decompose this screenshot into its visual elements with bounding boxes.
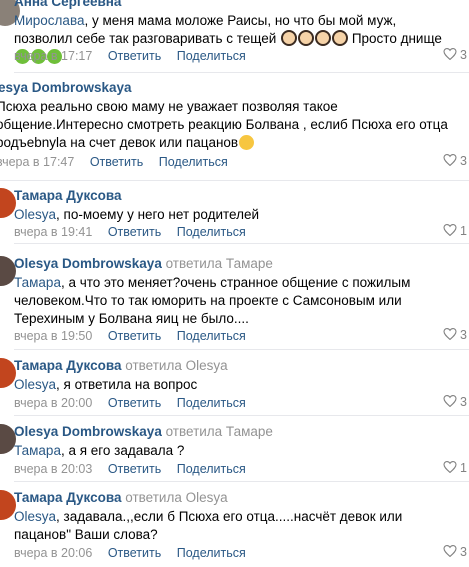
like-count: 3 — [460, 328, 467, 342]
comment: Тамара Дуксова Olesya, по-моему у него н… — [0, 182, 469, 244]
woman-emoji-icon — [315, 30, 332, 46]
comment-meta: вчера в 20:06 Ответить Поделиться — [14, 546, 246, 560]
comment-author[interactable]: Тамара Дуксова ответила Olesya — [14, 358, 228, 373]
comment-time[interactable]: вчера в 20:00 — [14, 396, 92, 410]
mention-link[interactable]: Olesya — [14, 509, 56, 524]
like-count: 3 — [460, 545, 467, 559]
comment: Olesya Dombrowskaya ответила Тамаре Тама… — [0, 250, 469, 350]
comment-author[interactable]: esya Dombrowskaya — [0, 80, 132, 95]
like-button[interactable]: 3 — [443, 545, 467, 559]
reply-button[interactable]: Ответить — [108, 329, 161, 343]
share-button[interactable]: Поделиться — [177, 49, 246, 63]
comment-time[interactable]: вчера в 17:47 — [0, 155, 74, 169]
reply-to-label[interactable]: ответила Olesya — [125, 358, 227, 373]
mention-link[interactable]: Olesya — [14, 207, 56, 222]
like-button[interactable]: 1 — [443, 461, 467, 475]
reply-button[interactable]: Ответить — [108, 462, 161, 476]
share-button[interactable]: Поделиться — [177, 225, 246, 239]
woman-emoji-icon — [332, 30, 349, 46]
divider — [0, 180, 469, 181]
reply-button[interactable]: Ответить — [108, 225, 161, 239]
comment-meta: вчера в 17:47 Ответить Поделиться — [0, 155, 228, 169]
comment-time[interactable]: вчера в 17:17 — [14, 49, 92, 63]
comment: esya Dombrowskaya Псюха реально свою мам… — [0, 74, 469, 181]
comment-time[interactable]: вчера в 20:06 — [14, 546, 92, 560]
comment-author[interactable]: Тамара Дуксова — [14, 188, 122, 203]
share-button[interactable]: Поделиться — [177, 329, 246, 343]
comment-text: Olesya, я ответила на вопрос — [14, 377, 198, 392]
divider — [14, 243, 469, 244]
reply-to-label[interactable]: ответила Тамаре — [166, 424, 273, 439]
comment-time[interactable]: вчера в 19:41 — [14, 225, 92, 239]
comment-meta: вчера в 20:03 Ответить Поделиться — [14, 462, 246, 476]
like-count: 3 — [460, 154, 467, 168]
comment-meta: вчера в 20:00 Ответить Поделиться — [14, 396, 246, 410]
eye-roll-emoji-icon — [239, 135, 255, 150]
reply-button[interactable]: Ответить — [90, 155, 143, 169]
comment-author[interactable]: Анна Сергеевна — [14, 0, 121, 9]
divider — [14, 481, 469, 482]
divider — [14, 72, 469, 73]
like-button[interactable]: 3 — [443, 48, 467, 62]
like-count: 1 — [460, 224, 467, 238]
comment-author[interactable]: Olesya Dombrowskaya ответила Тамаре — [14, 424, 273, 439]
share-button[interactable]: Поделиться — [177, 546, 246, 560]
mention-link[interactable]: Мирослава — [14, 13, 84, 28]
mention-link[interactable]: Olesya — [14, 377, 56, 392]
like-button[interactable]: 3 — [443, 395, 467, 409]
heart-icon — [443, 48, 457, 60]
share-button[interactable]: Поделиться — [159, 155, 228, 169]
heart-icon — [443, 545, 457, 557]
like-count: 3 — [460, 48, 467, 62]
comment: Тамара Дуксова ответила Olesya Olesya, з… — [0, 484, 469, 567]
comment-time[interactable]: вчера в 20:03 — [14, 462, 92, 476]
comment-author[interactable]: Olesya Dombrowskaya ответила Тамаре — [14, 256, 273, 271]
comment-author[interactable]: Тамара Дуксова ответила Olesya — [14, 490, 228, 505]
comment-time[interactable]: вчера в 19:50 — [14, 329, 92, 343]
comment-text: Olesya, задавала.,,если б Псюха его отца… — [14, 509, 403, 542]
comment-text: Тамара, а я его задавала ? — [14, 443, 185, 458]
divider — [14, 349, 469, 350]
share-button[interactable]: Поделиться — [177, 396, 246, 410]
comment-meta: вчера в 19:50 Ответить Поделиться — [14, 329, 246, 343]
comment-text: Псюха реально свою маму не уважает позво… — [0, 99, 448, 150]
like-button[interactable]: 1 — [443, 224, 467, 238]
comment: Olesya Dombrowskaya ответила Тамаре Тама… — [0, 418, 469, 482]
comment-meta: вчера в 19:41 Ответить Поделиться — [14, 225, 246, 239]
mention-link[interactable]: Тамара — [14, 275, 61, 290]
comment: Анна Сергеевна Мирослава, у меня мама мо… — [0, 0, 469, 73]
like-count: 3 — [460, 395, 467, 409]
reply-button[interactable]: Ответить — [108, 49, 161, 63]
heart-icon — [443, 395, 457, 407]
woman-emoji-icon — [281, 30, 298, 46]
comment: Тамара Дуксова ответила Olesya Olesya, я… — [0, 352, 469, 416]
heart-icon — [443, 328, 457, 340]
mention-link[interactable]: Тамара — [14, 443, 61, 458]
like-button[interactable]: 3 — [443, 154, 467, 168]
comment-text: Olesya, по-моему у него нет родителей — [14, 207, 260, 222]
reply-to-label[interactable]: ответила Тамаре — [166, 256, 273, 271]
comment-meta: вчера в 17:17 Ответить Поделиться — [14, 49, 246, 63]
share-button[interactable]: Поделиться — [177, 462, 246, 476]
divider — [14, 415, 469, 416]
reply-button[interactable]: Ответить — [108, 396, 161, 410]
heart-icon — [443, 224, 457, 236]
reply-button[interactable]: Ответить — [108, 546, 161, 560]
heart-icon — [443, 461, 457, 473]
reply-to-label[interactable]: ответила Olesya — [125, 490, 227, 505]
comment-text: Тамара, а что это меняет?очень странное … — [14, 275, 411, 326]
like-button[interactable]: 3 — [443, 328, 467, 342]
like-count: 1 — [460, 461, 467, 475]
heart-icon — [443, 154, 457, 166]
woman-emoji-icon — [298, 30, 315, 46]
